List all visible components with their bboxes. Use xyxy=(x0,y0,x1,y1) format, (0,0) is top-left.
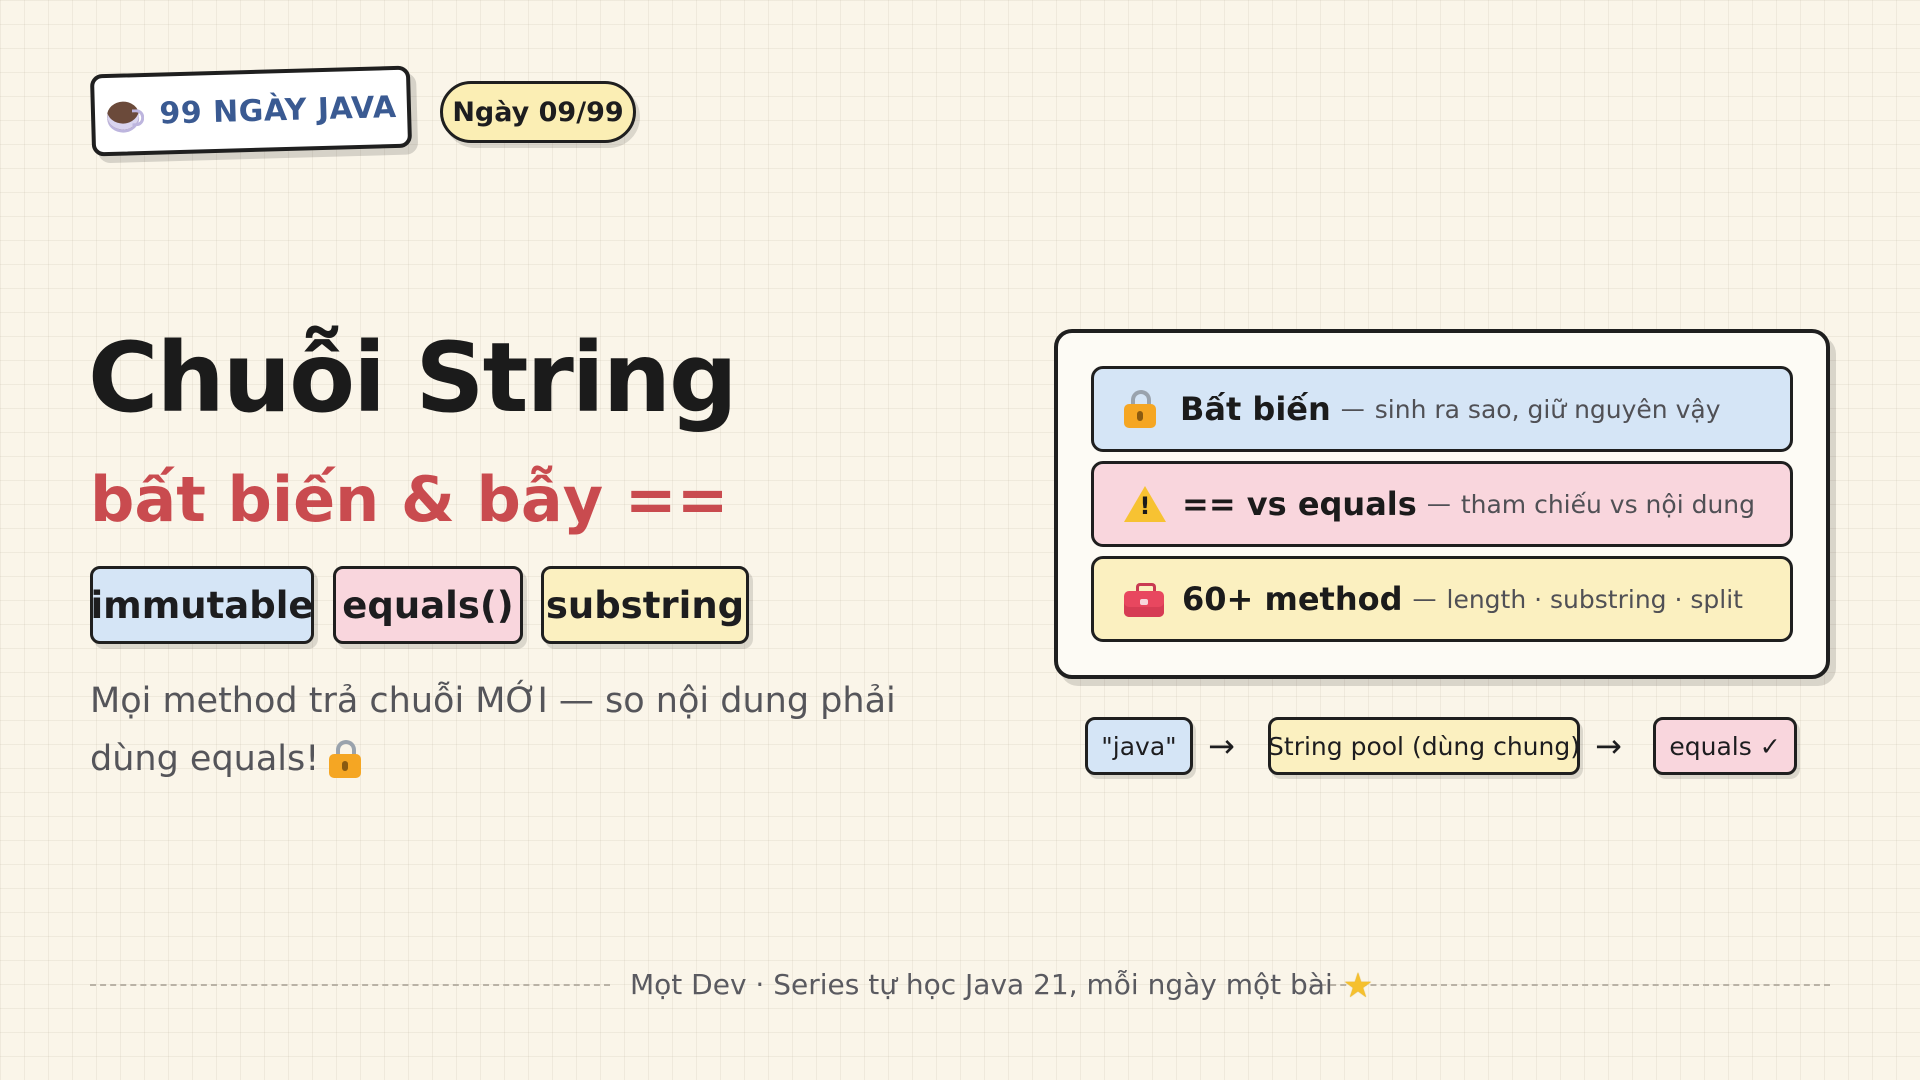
description-text: Mọi method trả chuỗi MỚI — so nội dung p… xyxy=(90,681,896,779)
row-description: length · substring · split xyxy=(1446,584,1743,614)
footer-divider-right xyxy=(1310,984,1830,986)
star-icon: ★ xyxy=(1342,966,1374,1006)
row-title: 60+ method xyxy=(1182,580,1403,618)
toolbox-icon xyxy=(1124,579,1164,619)
row-dash: — xyxy=(1340,395,1365,423)
summary-row-equals: == vs equals — tham chiếu vs nội dung xyxy=(1091,461,1793,547)
row-description: sinh ra sao, giữ nguyên vậy xyxy=(1374,394,1721,424)
row-title: == vs equals xyxy=(1182,485,1417,523)
flow-step-pool: String pool (dùng chung) xyxy=(1268,717,1580,775)
warning-icon xyxy=(1124,484,1166,524)
page-subtitle: bất biến & bẫy == xyxy=(90,463,729,536)
lock-icon xyxy=(329,740,362,778)
lock-icon xyxy=(1124,390,1156,428)
page-title: Chuỗi String xyxy=(88,322,738,434)
row-dash: — xyxy=(1426,490,1451,518)
description: Mọi method trả chuỗi MỚI — so nội dung p… xyxy=(90,672,920,788)
coffee-cup-icon xyxy=(105,95,145,134)
series-label: 99 NGÀY JAVA xyxy=(158,89,398,132)
row-dash: — xyxy=(1412,585,1437,613)
day-badge: Ngày 09/99 xyxy=(440,81,636,143)
flow-step-equals: equals ✓ xyxy=(1653,717,1797,775)
footer-divider-left xyxy=(90,984,610,986)
row-title: Bất biến xyxy=(1180,390,1331,428)
tag-immutable: immutable xyxy=(90,566,314,644)
tag-equals: equals() xyxy=(333,566,523,644)
series-badge: 99 NGÀY JAVA xyxy=(89,65,413,157)
summary-row-methods: 60+ method — length · substring · split xyxy=(1091,556,1793,642)
row-description: tham chiếu vs nội dung xyxy=(1460,489,1756,519)
summary-row-immutable: Bất biến — sinh ra sao, giữ nguyên vậy xyxy=(1091,366,1793,452)
footer: Mọt Dev · Series tự học Java 21, mỗi ngà… xyxy=(630,966,1373,1006)
footer-text: Mọt Dev · Series tự học Java 21, mỗi ngà… xyxy=(630,968,1333,1001)
tag-substring: substring xyxy=(541,566,749,644)
arrow-right-icon: → xyxy=(1595,727,1622,765)
flow-step-literal: "java" xyxy=(1085,717,1193,775)
arrow-right-icon: → xyxy=(1208,727,1235,765)
